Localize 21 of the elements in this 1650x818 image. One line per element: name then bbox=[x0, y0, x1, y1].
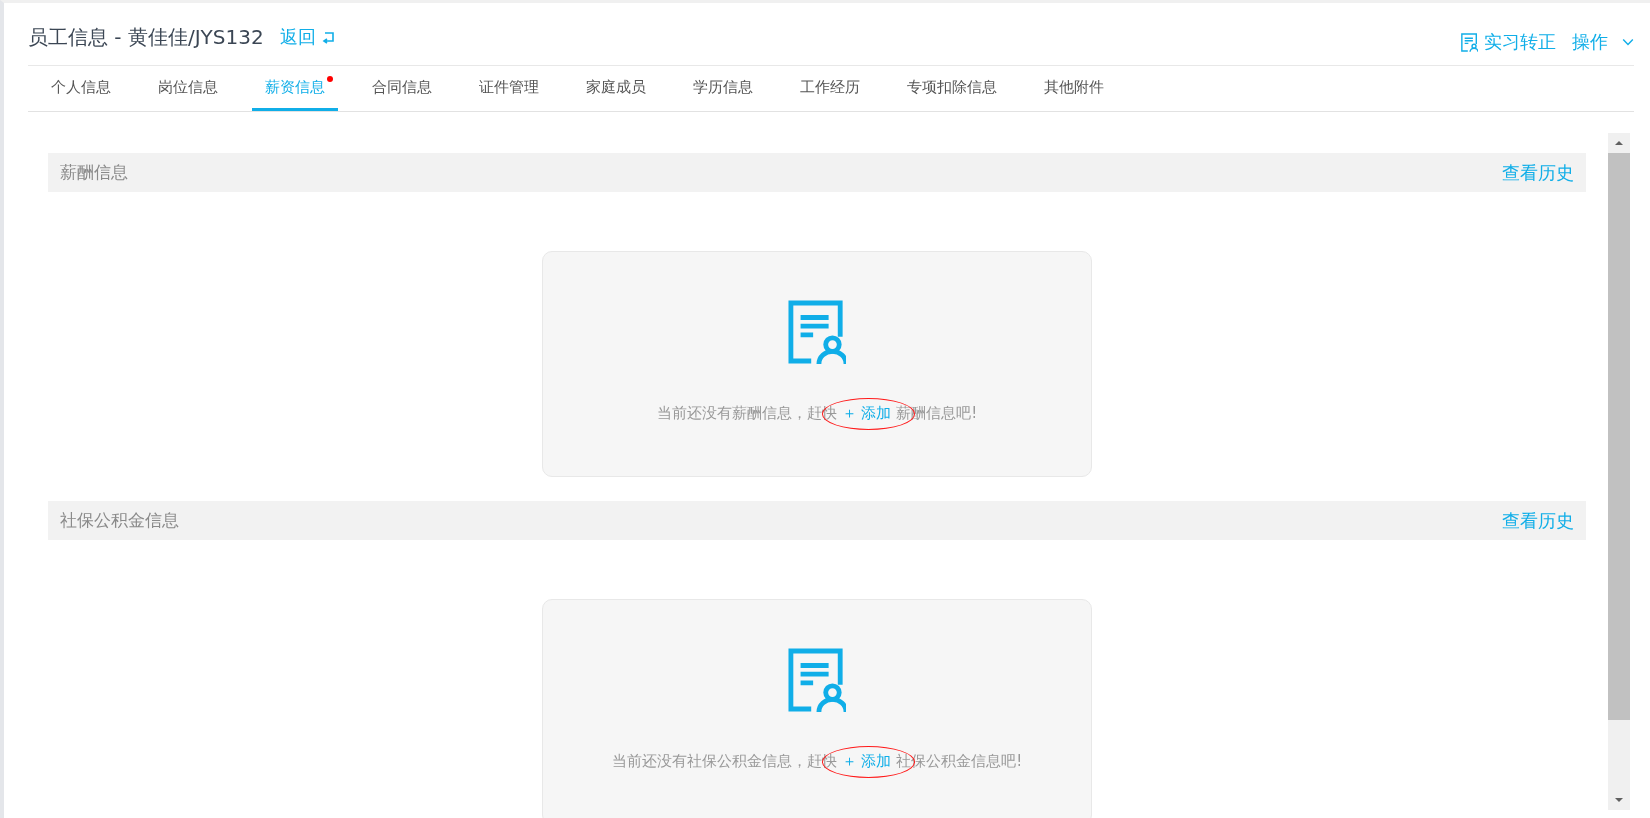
scrollbar[interactable] bbox=[1608, 133, 1630, 810]
document-person-icon bbox=[788, 648, 846, 712]
tab[interactable]: 个人信息 bbox=[38, 66, 124, 111]
section-title: 社保公积金信息 bbox=[60, 509, 179, 532]
section-title: 薪酬信息 bbox=[60, 161, 128, 184]
document-person-icon bbox=[1461, 32, 1478, 52]
tab[interactable]: 岗位信息 bbox=[145, 66, 231, 111]
tab[interactable]: 合同信息 bbox=[359, 66, 445, 111]
page-title: 员工信息 - 黄佳佳/JYS132 bbox=[28, 23, 264, 51]
scroll-down-icon[interactable] bbox=[1614, 795, 1624, 805]
return-icon bbox=[321, 30, 336, 44]
scroll-up-icon[interactable] bbox=[1614, 138, 1624, 148]
tab[interactable]: 工作经历 bbox=[787, 66, 873, 111]
tab[interactable]: 证件管理 bbox=[466, 66, 552, 111]
tab[interactable]: 专项扣除信息 bbox=[894, 66, 1010, 111]
scrollbar-thumb[interactable] bbox=[1608, 153, 1630, 720]
tab[interactable]: 学历信息 bbox=[680, 66, 766, 111]
caret-icon bbox=[1622, 38, 1634, 46]
document-person-icon bbox=[788, 300, 846, 364]
tab[interactable]: 家庭成员 bbox=[573, 66, 659, 111]
tab[interactable]: 其他附件 bbox=[1031, 66, 1117, 111]
